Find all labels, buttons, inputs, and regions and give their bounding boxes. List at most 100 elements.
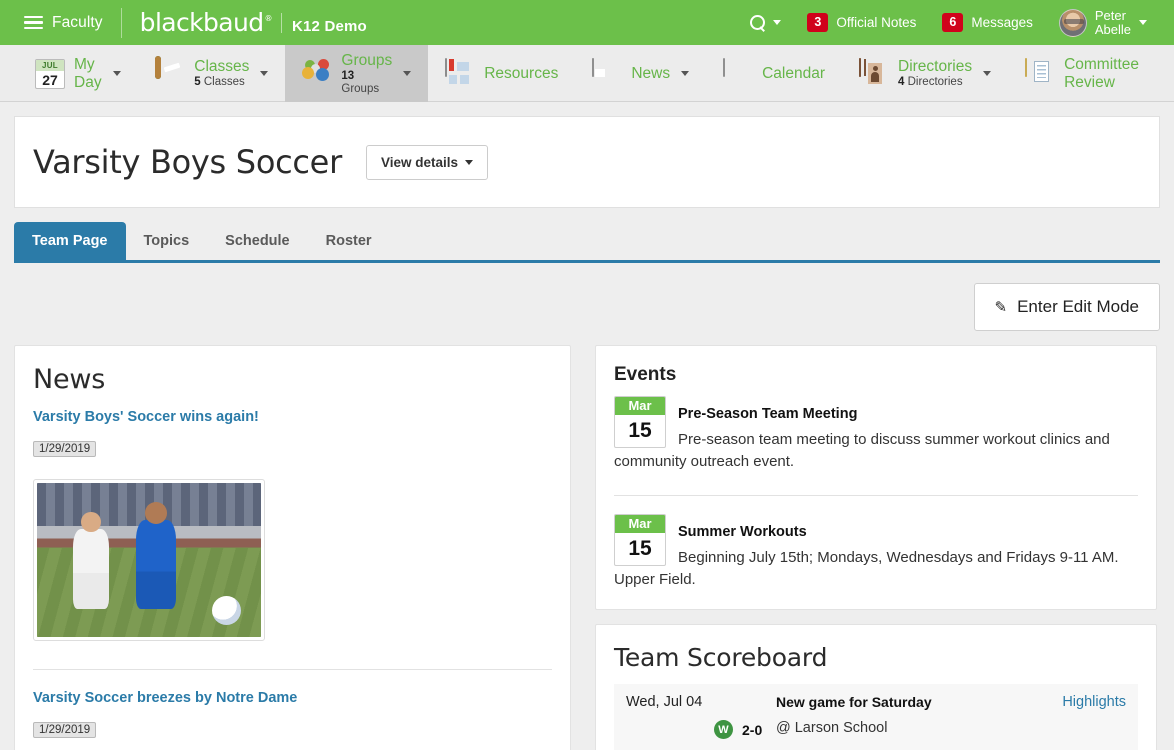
chevron-down-icon[interactable] <box>403 71 412 76</box>
nav-item-calendar[interactable]: Calendar <box>706 45 842 102</box>
nav-label-committee-review: Committee Review <box>1064 55 1140 91</box>
two-column-layout: News Varsity Boys' Soccer wins again! 1/… <box>14 345 1160 750</box>
user-menu[interactable]: Peter Abelle <box>1046 0 1160 45</box>
scoreboard-highlights-link[interactable]: Highlights <box>1006 694 1126 710</box>
event-item[interactable]: Mar 15 Pre-Season Team Meeting Pre-seaso… <box>614 396 1138 473</box>
page-header: Varsity Boys Soccer View details <box>14 116 1160 208</box>
nav-subtext-groups: Groups <box>341 82 380 95</box>
win-badge: W <box>714 720 733 739</box>
divider <box>280 12 282 33</box>
resources-icon <box>445 57 475 89</box>
nav-label-directories: Directories <box>898 58 973 75</box>
main-navigation: JUL 27 My Day Classes 5 Classes Groups 1… <box>0 45 1174 102</box>
nav-count-groups: 13 <box>341 69 355 82</box>
top-bar-actions: 3 Official Notes 6 Messages Peter Abelle <box>737 0 1174 45</box>
nav-count-classes: 5 <box>194 76 201 88</box>
nav-subtext-classes: Classes <box>203 76 245 88</box>
news-item: Varsity Boys' Soccer wins again! 1/29/20… <box>33 409 552 641</box>
chevron-down-icon[interactable] <box>113 71 122 76</box>
messages-count: 6 <box>942 13 964 32</box>
calendar-icon <box>723 57 753 89</box>
nav-sub-classes: 5 Classes <box>194 76 249 89</box>
news-heading: News <box>33 364 106 395</box>
official-notes-button[interactable]: 3 Official Notes <box>794 0 929 45</box>
edit-mode-row: ✎ Enter Edit Mode <box>14 263 1160 345</box>
event-day: 15 <box>628 419 652 442</box>
tab-schedule[interactable]: Schedule <box>207 222 307 260</box>
search-button[interactable] <box>737 0 794 45</box>
event-day: 15 <box>628 537 652 560</box>
page-tabs: Team Page Topics Schedule Roster <box>14 222 1160 263</box>
player-blue <box>135 502 176 610</box>
tab-team-page[interactable]: Team Page <box>14 222 126 260</box>
news-item-title[interactable]: Varsity Soccer breezes by Notre Dame <box>33 690 552 706</box>
soccer-ball <box>211 595 241 625</box>
event-item[interactable]: Mar 15 Summer Workouts Beginning July 15… <box>614 514 1138 591</box>
chevron-down-icon[interactable] <box>983 71 992 76</box>
nav-item-committee-review[interactable]: Committee Review <box>1008 45 1174 102</box>
right-column: Events Mar 15 Pre-Season Team Meeting Pr… <box>595 345 1157 750</box>
nav-calendar-day: 27 <box>42 71 58 88</box>
scoreboard-heading: Team Scoreboard <box>614 643 828 672</box>
hamburger-icon <box>24 15 43 30</box>
news-item-photo <box>33 479 265 641</box>
event-description: Pre-season team meeting to discuss summe… <box>614 431 1110 470</box>
menu-toggle[interactable]: Faculty <box>0 0 121 45</box>
news-card: News Varsity Boys' Soccer wins again! 1/… <box>14 345 571 750</box>
nav-label-resources: Resources <box>484 64 559 82</box>
brand-logo[interactable]: blackbaud K12 Demo <box>122 8 367 37</box>
nav-label-calendar: Calendar <box>762 64 825 82</box>
chevron-down-icon <box>464 159 473 165</box>
chalkboard-icon <box>155 55 185 89</box>
soccer-match-photo <box>37 483 261 637</box>
directory-book-icon <box>859 57 889 89</box>
scoreboard-note: New game for Saturday <box>776 694 932 710</box>
page-content: Varsity Boys Soccer View details Team Pa… <box>0 102 1174 750</box>
top-bar: Faculty blackbaud K12 Demo 3 Official No… <box>0 0 1174 45</box>
chevron-down-icon[interactable] <box>681 71 690 76</box>
tab-roster[interactable]: Roster <box>308 222 390 260</box>
left-column: News Varsity Boys' Soccer wins again! 1/… <box>14 345 571 750</box>
pencil-icon: ✎ <box>994 299 1008 316</box>
scoreboard-card: Team Scoreboard Wed, Jul 04 New game for… <box>595 624 1157 750</box>
nav-item-groups[interactable]: Groups 13 Groups <box>285 45 429 102</box>
folder-review-icon <box>1025 57 1055 89</box>
chevron-down-icon <box>773 20 782 25</box>
user-last-name: Abelle <box>1094 21 1131 37</box>
news-item-date: 1/29/2019 <box>33 722 97 738</box>
groups-icon <box>302 58 332 89</box>
messages-label: Messages <box>971 15 1033 30</box>
event-month: Mar <box>615 515 665 533</box>
event-title: Pre-Season Team Meeting <box>678 406 858 422</box>
event-date-icon: Mar 15 <box>614 514 666 566</box>
events-card: Events Mar 15 Pre-Season Team Meeting Pr… <box>595 345 1157 610</box>
chevron-down-icon[interactable] <box>260 71 269 76</box>
event-title: Summer Workouts <box>678 524 807 540</box>
chevron-down-icon <box>1139 20 1147 25</box>
news-item-title[interactable]: Varsity Boys' Soccer wins again! <box>33 409 552 425</box>
enter-edit-mode-button[interactable]: ✎ Enter Edit Mode <box>973 283 1160 331</box>
nav-item-classes[interactable]: Classes 5 Classes <box>138 45 285 102</box>
official-notes-count: 3 <box>807 13 829 32</box>
player-white <box>72 511 109 610</box>
messages-button[interactable]: 6 Messages <box>929 0 1045 45</box>
nav-item-resources[interactable]: Resources <box>428 45 575 102</box>
events-heading: Events <box>614 364 677 385</box>
nav-item-news[interactable]: News <box>575 45 706 102</box>
scoreboard-result: W 2-0 <box>626 720 776 739</box>
user-name: Peter Abelle <box>1094 8 1131 37</box>
nav-label-classes: Classes <box>194 58 250 75</box>
nav-count-directories: 4 <box>898 76 905 88</box>
view-details-button[interactable]: View details <box>365 144 488 180</box>
nav-item-directories[interactable]: Directories 4 Directories <box>842 45 1008 102</box>
nav-label-my-day: My Day <box>74 55 102 91</box>
scoreboard-row[interactable]: Wed, Jul 04 New game for Saturday Highli… <box>614 684 1138 750</box>
view-details-label: View details <box>380 154 458 170</box>
official-notes-label: Official Notes <box>836 15 917 30</box>
tab-topics[interactable]: Topics <box>126 222 208 260</box>
nav-label-groups: Groups <box>341 51 393 69</box>
nav-sub-directories: 4 Directories <box>898 76 972 89</box>
avatar <box>1058 8 1087 37</box>
nav-item-my-day[interactable]: JUL 27 My Day <box>18 45 138 102</box>
scoreboard-location: @ Larson School <box>776 720 888 736</box>
